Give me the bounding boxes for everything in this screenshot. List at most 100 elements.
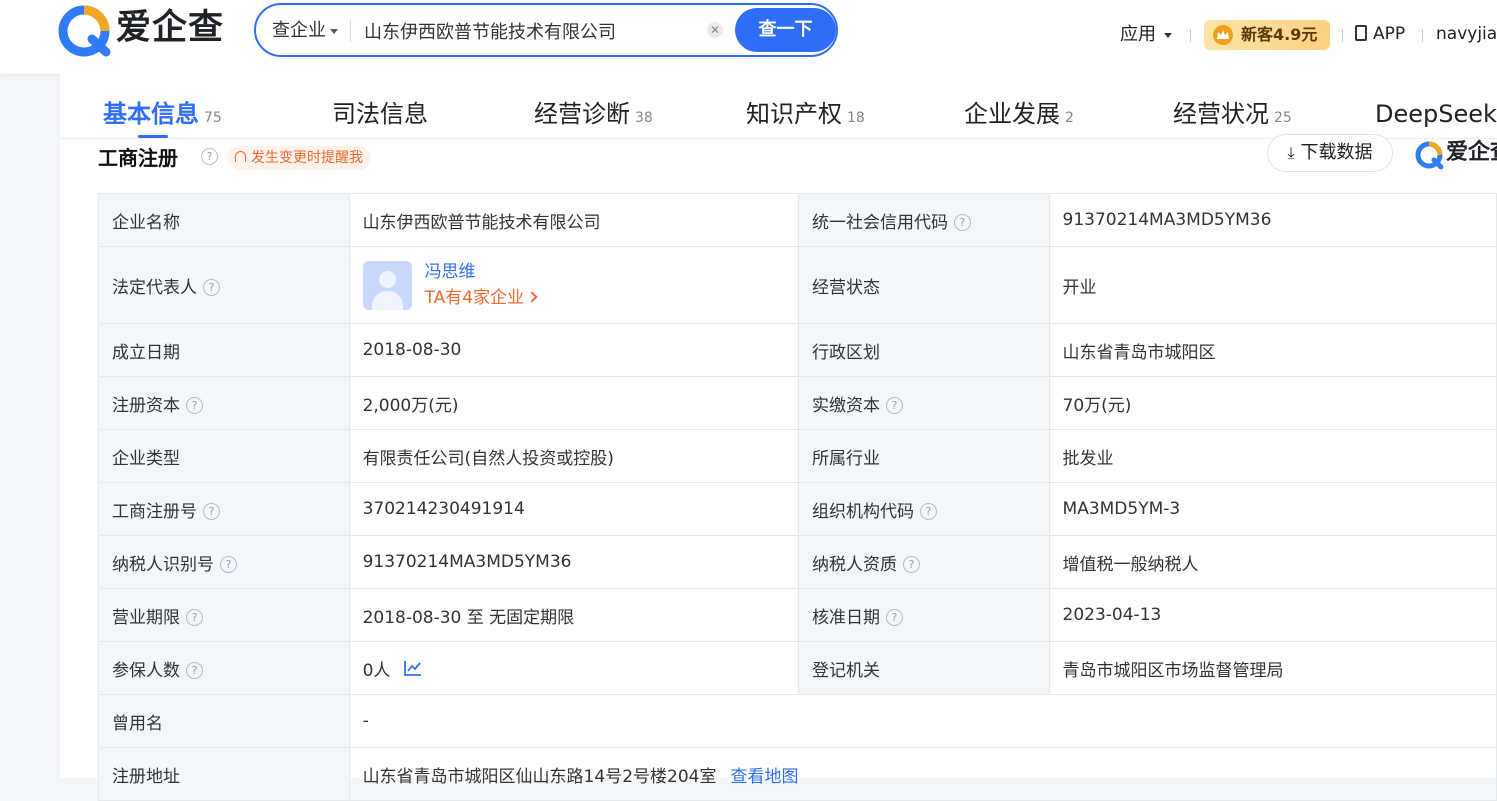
tab-enterprise-development[interactable]: 企业发展 2 bbox=[964, 98, 1074, 134]
tab-count: 25 bbox=[1274, 110, 1292, 126]
help-icon[interactable]: ? bbox=[203, 279, 220, 296]
business-term: 2018-08-30 至 无固定期限 bbox=[348, 588, 799, 642]
tax-id: 91370214MA3MD5YM36 bbox=[348, 535, 799, 589]
tab-count: 75 bbox=[204, 110, 222, 126]
former-name: - bbox=[348, 694, 1497, 748]
tab-business-diagnosis[interactable]: 经营诊断 38 bbox=[534, 98, 653, 134]
chevron-down-icon bbox=[1164, 32, 1172, 38]
section-title: 工商注册 bbox=[98, 146, 178, 170]
help-icon[interactable]: ? bbox=[953, 214, 971, 231]
field-label: 法定代表人? bbox=[98, 246, 350, 324]
top-header: 爱企查 查企业 ✕ 查一下 应用 新客4.9元 APP navyjian bbox=[0, 0, 1497, 74]
field-label-text: 组织机构代码 bbox=[811, 501, 914, 522]
tab-label: 基本信息 bbox=[103, 100, 199, 128]
insured-cell: 0人 bbox=[348, 641, 799, 695]
reg-capital: 2,000万(元) bbox=[348, 376, 799, 430]
field-label: 实缴资本? bbox=[797, 376, 1050, 430]
field-label: 纳税人识别号? bbox=[98, 535, 350, 589]
remind-label: 发生变更时提醒我 bbox=[251, 150, 363, 166]
tab-count: 18 bbox=[847, 110, 865, 126]
main-card: 基本信息 75 司法信息 经营诊断 38 知识产权 18 企业发展 2 经营状况 25 D… bbox=[60, 74, 1497, 801]
reg-number: 370214230491914 bbox=[348, 482, 799, 536]
field-label-text: 营业期限 bbox=[112, 607, 180, 628]
chevron-right-icon bbox=[526, 291, 538, 303]
tab-label: DeepSeek bbox=[1375, 100, 1497, 128]
app-link[interactable]: APP bbox=[1373, 22, 1405, 46]
logo-icon bbox=[58, 5, 111, 57]
table-row: 参保人数? 0人 登记机关 青岛市城阳区市场监督管理局 bbox=[98, 641, 1497, 695]
phone-icon[interactable] bbox=[1355, 25, 1367, 41]
tab-intellectual-property[interactable]: 知识产权 18 bbox=[746, 98, 865, 134]
user-name[interactable]: navyjian bbox=[1436, 22, 1497, 46]
tab-operating-status[interactable]: 经营状况 25 bbox=[1173, 98, 1292, 134]
search-type-dropdown[interactable]: 查企业 bbox=[272, 19, 338, 43]
divider bbox=[350, 20, 351, 42]
view-map-link[interactable]: 查看地图 bbox=[730, 767, 798, 787]
clear-icon[interactable]: ✕ bbox=[707, 22, 723, 38]
chevron-down-icon bbox=[330, 28, 338, 34]
vip-promo-button[interactable]: 新客4.9元 bbox=[1204, 20, 1330, 50]
vip-label: 新客4.9元 bbox=[1241, 25, 1318, 44]
field-label: 曾用名 bbox=[98, 694, 350, 748]
help-icon[interactable]: ? bbox=[220, 556, 237, 573]
tab-deepseek[interactable]: DeepSeek bbox=[1375, 98, 1497, 130]
legal-rep-companies-link[interactable]: TA有4家企业 bbox=[425, 287, 538, 309]
tab-judicial-info[interactable]: 司法信息 bbox=[332, 98, 433, 134]
tab-basic-info[interactable]: 基本信息 75 bbox=[103, 98, 222, 134]
legal-rep-name[interactable]: 冯思维 bbox=[425, 261, 476, 283]
search-input[interactable] bbox=[364, 17, 694, 45]
help-icon[interactable]: ? bbox=[186, 662, 203, 679]
avatar[interactable] bbox=[362, 261, 412, 310]
trend-chart-icon[interactable] bbox=[404, 660, 422, 676]
company-name: 山东伊西欧普节能技术有限公司 bbox=[348, 193, 799, 247]
table-row: 企业类型 有限责任公司(自然人投资或控股) 所属行业 批发业 bbox=[98, 429, 1497, 483]
field-label: 企业名称 bbox=[98, 193, 350, 247]
legal-rep-cell: 冯思维 TA有4家企业 bbox=[348, 246, 799, 324]
help-icon[interactable]: ? bbox=[902, 556, 920, 573]
field-label: 组织机构代码? bbox=[797, 482, 1050, 536]
bell-icon bbox=[235, 150, 246, 162]
help-icon[interactable]: ? bbox=[186, 609, 203, 626]
help-icon[interactable]: ? bbox=[919, 503, 937, 520]
download-icon: ⤓ bbox=[1287, 143, 1295, 162]
change-reminder-button[interactable]: 发生变更时提醒我 bbox=[227, 146, 371, 170]
help-icon[interactable]: ? bbox=[186, 397, 203, 414]
apps-menu[interactable]: 应用 bbox=[1120, 23, 1172, 47]
tab-bar: 基本信息 75 司法信息 经营诊断 38 知识产权 18 企业发展 2 经营状况 25 D… bbox=[60, 74, 1497, 139]
logo[interactable]: 爱企查 bbox=[58, 5, 233, 57]
tax-qualification: 增值税一般纳税人 bbox=[1048, 535, 1497, 589]
tab-label: 企业发展 bbox=[964, 100, 1060, 128]
field-label: 所属行业 bbox=[797, 429, 1050, 483]
field-label-text: 统一社会信用代码 bbox=[811, 212, 948, 233]
tab-label: 经营状况 bbox=[1173, 100, 1269, 128]
registration-authority: 青岛市城阳区市场监督管理局 bbox=[1048, 641, 1497, 695]
field-label: 登记机关 bbox=[797, 641, 1050, 695]
tab-label: 司法信息 bbox=[332, 100, 428, 128]
approval-date: 2023-04-13 bbox=[1048, 588, 1497, 642]
help-icon[interactable]: ? bbox=[201, 148, 218, 165]
table-row: 注册地址 山东省青岛市城阳区仙山东路14号2号楼204室 查看地图 bbox=[98, 747, 1497, 801]
field-label-text: 工商注册号 bbox=[112, 501, 197, 522]
help-icon[interactable]: ? bbox=[203, 503, 220, 520]
divider bbox=[1422, 29, 1423, 42]
tab-count: 38 bbox=[635, 110, 653, 126]
field-label: 行政区划 bbox=[797, 323, 1050, 377]
address-cell: 山东省青岛市城阳区仙山东路14号2号楼204室 查看地图 bbox=[348, 747, 1497, 801]
help-icon[interactable]: ? bbox=[885, 609, 903, 626]
field-label: 核准日期? bbox=[797, 588, 1050, 642]
field-label: 企业类型 bbox=[98, 429, 350, 483]
status-value: 开业 bbox=[1048, 246, 1497, 324]
field-label: 注册资本? bbox=[98, 376, 350, 430]
download-data-button[interactable]: ⤓ 下载数据 bbox=[1267, 134, 1393, 172]
help-icon[interactable]: ? bbox=[885, 397, 903, 414]
field-label: 注册地址 bbox=[98, 747, 350, 801]
search-box: 查企业 ✕ 查一下 bbox=[254, 3, 838, 57]
field-label-text: 实缴资本 bbox=[811, 395, 880, 416]
field-label: 统一社会信用代码? bbox=[797, 193, 1050, 247]
search-button[interactable]: 查一下 bbox=[735, 8, 836, 52]
logo-text: 爱企查 bbox=[116, 8, 225, 48]
registered-address: 山东省青岛市城阳区仙山东路14号2号楼204室 bbox=[362, 767, 717, 787]
table-row: 注册资本? 2,000万(元) 实缴资本? 70万(元) bbox=[98, 376, 1497, 430]
field-label: 参保人数? bbox=[98, 641, 350, 695]
founded-date: 2018-08-30 bbox=[348, 323, 799, 377]
